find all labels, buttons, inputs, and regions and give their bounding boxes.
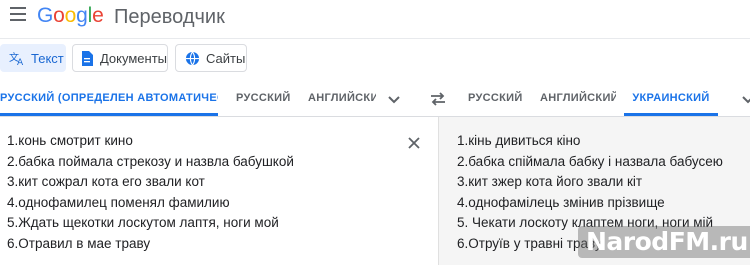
google-logo[interactable]: Google — [37, 3, 104, 29]
mode-text-button[interactable]: 文A Текст — [0, 44, 66, 72]
source-lang-english-tab[interactable]: АНГЛИЙСКИЙ — [308, 82, 376, 116]
source-line: 4.однофамилец поменял фамилию — [7, 194, 230, 210]
source-line: 6.Отравил в мае траву — [7, 235, 151, 251]
logo-letter: e — [92, 4, 104, 27]
globe-icon — [184, 50, 200, 66]
logo-letter: o — [53, 4, 65, 27]
translation-line: 2.бабка спіймала бабку і назвала бабусею — [457, 153, 723, 169]
mode-sites-button[interactable]: Сайты — [175, 44, 247, 72]
product-title: Переводчик — [114, 6, 225, 28]
logo-letter: o — [64, 4, 77, 27]
target-lang-ukrainian-tab[interactable]: УКРАИНСКИЙ — [624, 82, 718, 116]
target-more-languages-chevron-down-icon[interactable] — [740, 91, 750, 107]
source-line: 3.кит сожрал кота его звали кот — [7, 174, 205, 189]
header-divider — [0, 38, 750, 39]
logo-letter: G — [37, 4, 54, 27]
source-lang-russian-tab[interactable]: РУССКИЙ — [236, 82, 296, 116]
translation-line: 1.кінь дивиться кіно — [457, 133, 581, 148]
mode-documents-button[interactable]: Документы — [72, 44, 168, 72]
language-bar: РУССКИЙ (ОПРЕДЕЛЕН АВТОМАТИЧЕСКИ) РУССКИ… — [0, 82, 750, 116]
mode-label: Документы — [99, 50, 167, 66]
svg-text:A: A — [17, 58, 24, 66]
mode-label: Сайты — [206, 50, 246, 66]
swap-languages-icon[interactable] — [428, 89, 448, 109]
source-more-languages-chevron-down-icon[interactable] — [386, 91, 402, 107]
target-lang-russian-tab[interactable]: РУССКИЙ — [468, 82, 528, 116]
translation-line: 4.однофамілець змінив прізвище — [457, 194, 665, 210]
target-lang-english-tab[interactable]: АНГЛИЙСКИЙ — [540, 82, 616, 116]
translation-line: 3.кит зжер кота його звали кіт — [457, 174, 643, 189]
source-line: 2.бабка поймала стрекозу и назвла бабушк… — [7, 153, 294, 169]
source-line: 5.Ждать щекотки лоскутом лаптя, ноги мой — [7, 215, 279, 230]
translate-icon: 文A — [9, 50, 25, 66]
source-line: 1.конь смотрит кино — [7, 133, 133, 148]
watermark: NarodFM.ru — [578, 226, 750, 258]
watermark-text: NarodFM.ru — [586, 227, 748, 256]
mode-label: Текст — [31, 50, 64, 66]
logo-letter: g — [76, 4, 88, 27]
source-text-area[interactable]: 1.конь смотрит кино 2.бабка поймала стре… — [0, 117, 438, 265]
document-icon — [81, 50, 94, 66]
hamburger-menu-icon[interactable] — [10, 7, 26, 21]
clear-text-close-icon[interactable] — [406, 135, 422, 151]
source-lang-detected-tab[interactable]: РУССКИЙ (ОПРЕДЕЛЕН АВТОМАТИЧЕСКИ) — [0, 82, 218, 116]
app-header: Google Переводчик — [0, 0, 750, 38]
